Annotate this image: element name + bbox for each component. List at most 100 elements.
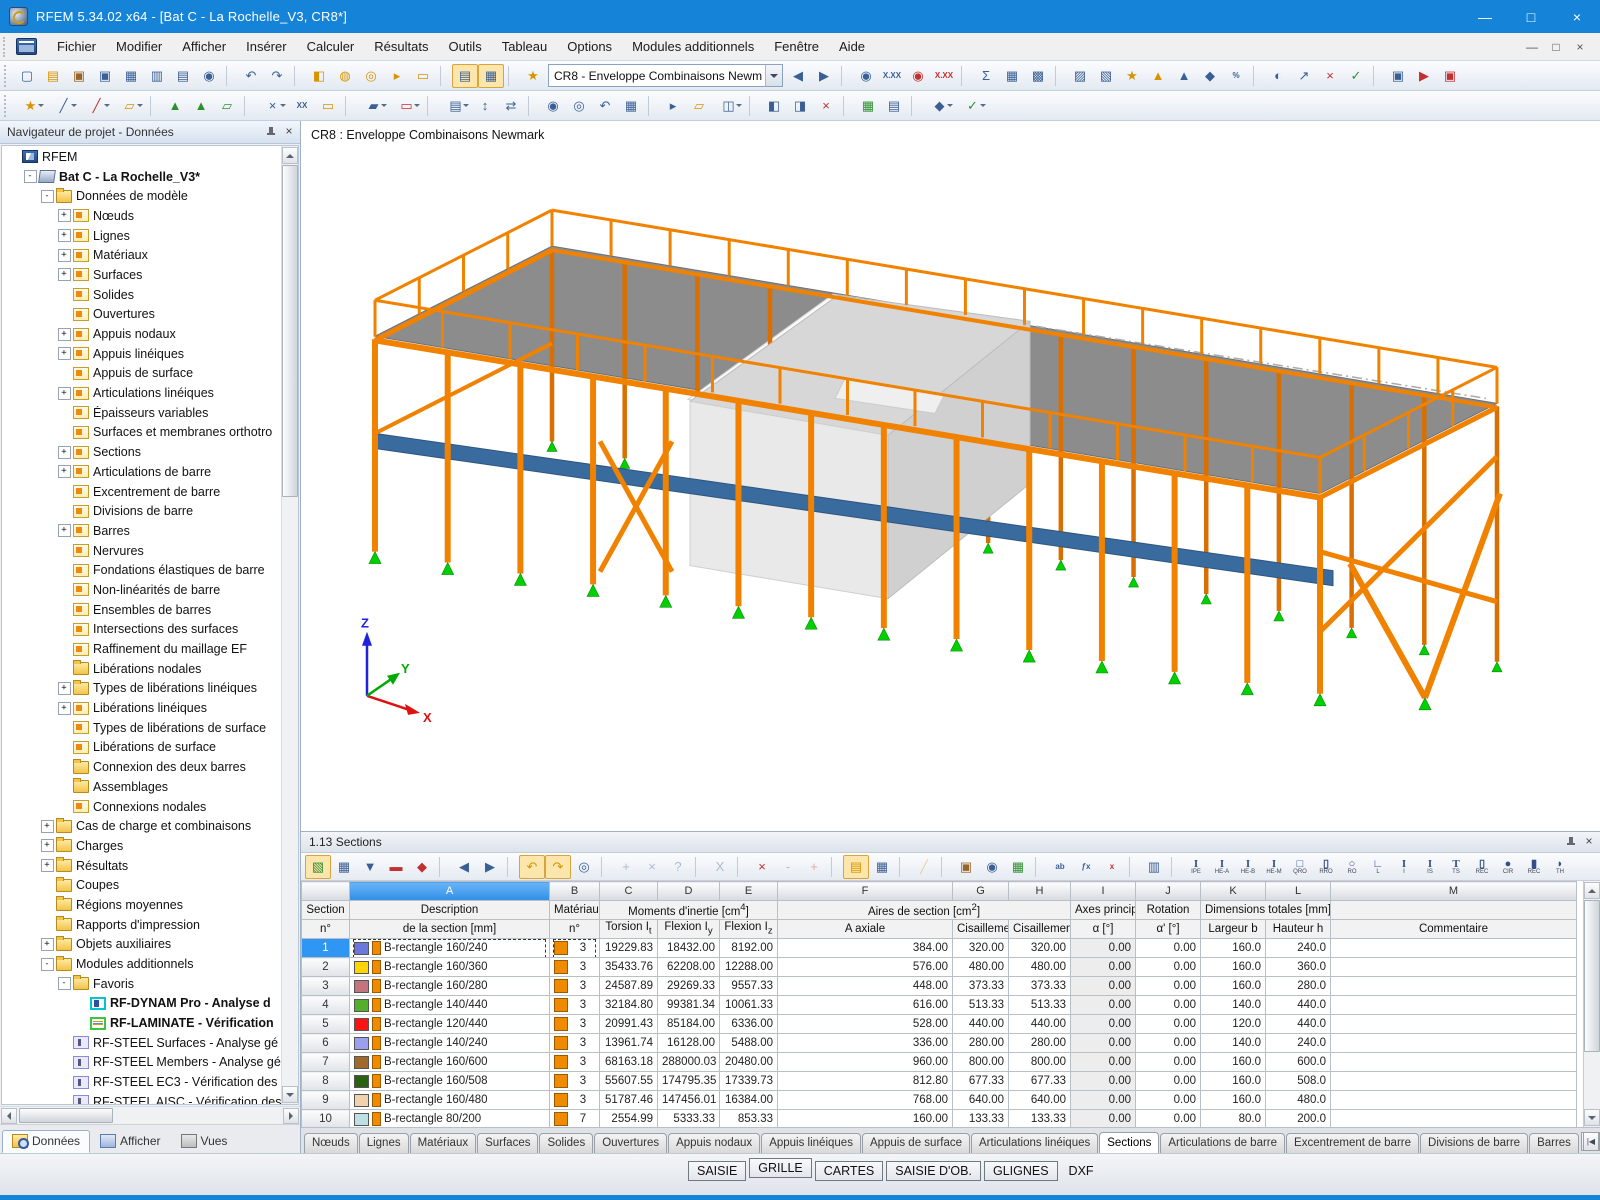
table-settings-button[interactable]: ▦ [869, 855, 895, 879]
scroll-right-icon[interactable] [283, 1108, 299, 1124]
tree-item[interactable]: RF-DYNAM Pro - Analyse d [2, 994, 281, 1014]
cisaillement-z-cell[interactable]: 677.33 [1009, 1072, 1071, 1091]
a-axiale-cell[interactable]: 768.00 [778, 1091, 953, 1110]
clear-formula-button[interactable]: x [1099, 855, 1125, 879]
percent-button[interactable]: % [1223, 64, 1249, 88]
commentaire-cell[interactable] [1331, 958, 1577, 977]
import-section-button[interactable]: ▣ [953, 855, 979, 879]
tree-item[interactable]: RF-STEEL Surfaces - Analyse gé [2, 1033, 281, 1053]
cisaillement-z-cell[interactable]: 373.33 [1009, 977, 1071, 996]
flexion-z-cell[interactable]: 9557.33 [720, 977, 778, 996]
section-is-button[interactable]: IIS [1417, 855, 1443, 879]
torsion-cell[interactable]: 55607.55 [600, 1072, 658, 1091]
tree-expand-icon[interactable]: + [58, 465, 71, 478]
pick-object-button[interactable]: ▸ [384, 64, 410, 88]
alpha-cell[interactable]: 0.00 [1071, 1091, 1136, 1110]
description-cell[interactable]: B-rectangle 160/280 [350, 977, 550, 996]
flexion-z-cell[interactable]: 6336.00 [720, 1015, 778, 1034]
column-letter[interactable]: H [1009, 882, 1071, 901]
description-cell[interactable]: B-rectangle 140/240 [350, 1034, 550, 1053]
alpha-prime-cell[interactable]: 0.00 [1136, 1110, 1201, 1128]
guide-rectangle-button[interactable]: ▭ [315, 94, 341, 118]
description-cell[interactable]: B-rectangle 140/440 [350, 996, 550, 1015]
scrollbar-thumb[interactable] [282, 165, 298, 497]
table-sheet-tab[interactable]: Nœuds [304, 1133, 358, 1153]
menu-item[interactable]: Modules additionnels [622, 34, 764, 59]
navigator-tab[interactable]: Vues [171, 1130, 238, 1153]
row-number-cell[interactable]: 5 [302, 1015, 350, 1034]
a-axiale-cell[interactable]: 160.00 [778, 1110, 953, 1128]
new-file-button[interactable]: ▢ [14, 64, 40, 88]
export-excel-button[interactable]: ▦ [1005, 855, 1031, 879]
new-nodal-support-button[interactable]: ▲ [162, 94, 188, 118]
commentaire-cell[interactable] [1331, 996, 1577, 1015]
torsion-cell[interactable]: 35433.76 [600, 958, 658, 977]
description-cell[interactable]: B-rectangle 160/360 [350, 958, 550, 977]
tree-expand-icon[interactable]: - [58, 977, 71, 990]
user-view-button[interactable]: ◨ [787, 94, 813, 118]
report-button[interactable]: ▣ [1385, 64, 1411, 88]
selection-box-button[interactable]: ▭ [390, 94, 423, 118]
tree-expand-icon[interactable]: + [58, 249, 71, 262]
tree-expand-icon[interactable]: + [58, 347, 71, 360]
delete-results-button[interactable]: × [1317, 64, 1343, 88]
section-qro-button[interactable]: □QRO [1287, 855, 1313, 879]
alpha-cell[interactable]: 0.00 [1071, 977, 1136, 996]
open-file-button[interactable]: ▤ [40, 64, 66, 88]
largeur-cell[interactable]: 120.0 [1201, 1015, 1266, 1034]
largeur-cell[interactable]: 160.0 [1201, 1091, 1266, 1110]
scroll-down-icon[interactable] [1584, 1109, 1600, 1126]
tab-scroll-button[interactable]: |◀ [1581, 1132, 1600, 1151]
tree-item[interactable]: + Appuis nodaux [2, 324, 281, 344]
tree-item[interactable]: RF-STEEL EC3 - Vérification des l [2, 1072, 281, 1092]
tree-item[interactable]: Surfaces et membranes orthotro [2, 423, 281, 443]
column-letter[interactable]: D [658, 882, 720, 901]
new-window-button[interactable]: ▭ [410, 64, 436, 88]
column-letter[interactable]: K [1201, 882, 1266, 901]
cisaillement-z-cell[interactable]: 480.00 [1009, 958, 1071, 977]
description-cell[interactable]: B-rectangle 160/480 [350, 1091, 550, 1110]
commentaire-cell[interactable] [1331, 1015, 1577, 1034]
cisaillement-y-cell[interactable]: 133.33 [953, 1110, 1009, 1128]
tree-item[interactable]: Appuis de surface [2, 364, 281, 384]
next-load-case-button[interactable]: ▶ [811, 64, 837, 88]
description-cell[interactable]: B-rectangle 160/600 [350, 1053, 550, 1072]
tree-item[interactable]: Nervures [2, 541, 281, 561]
material-cell[interactable]: 3 [550, 1091, 600, 1110]
table-layout-button[interactable]: ▦ [478, 64, 504, 88]
previous-table-button[interactable]: ◀ [451, 855, 477, 879]
a-axiale-cell[interactable]: 812.80 [778, 1072, 953, 1091]
commentaire-cell[interactable] [1331, 939, 1577, 958]
menu-item[interactable]: Afficher [172, 34, 236, 59]
commentaire-cell[interactable] [1331, 1072, 1577, 1091]
menu-item[interactable]: Fenêtre [764, 34, 829, 59]
isometric-view-button[interactable]: ◉ [540, 94, 566, 118]
hauteur-cell[interactable]: 280.0 [1266, 977, 1331, 996]
tree-item[interactable]: Divisions de barre [2, 501, 281, 521]
open-archive-button[interactable]: ▣ [66, 64, 92, 88]
render-mode-button[interactable]: ▧ [1093, 64, 1119, 88]
tree-item[interactable]: RF-STEEL AISC - Vérification des [2, 1092, 281, 1104]
largeur-cell[interactable]: 160.0 [1201, 939, 1266, 958]
navigator-tab[interactable]: Données [2, 1130, 90, 1153]
section-ipe-button[interactable]: IIPE [1183, 855, 1209, 879]
tree-item[interactable]: + Articulations de barre [2, 462, 281, 482]
menu-item[interactable]: Fichier [47, 34, 106, 59]
flexion-z-cell[interactable]: 20480.00 [720, 1053, 778, 1072]
flexion-z-cell[interactable]: 853.33 [720, 1110, 778, 1128]
a-axiale-cell[interactable]: 616.00 [778, 996, 953, 1015]
flexion-z-cell[interactable]: 5488.00 [720, 1034, 778, 1053]
pin-icon[interactable] [264, 125, 278, 139]
column-letter[interactable]: G [953, 882, 1009, 901]
selection-window-button[interactable]: ▱ [686, 94, 712, 118]
table-close-icon[interactable]: × [1582, 835, 1596, 849]
previous-load-case-button[interactable]: ◀ [785, 64, 811, 88]
maximize-button[interactable]: □ [1508, 0, 1554, 33]
clear-table-button[interactable]: X [707, 855, 733, 879]
description-cell[interactable]: B-rectangle 160/240 [350, 939, 550, 958]
new-node-button[interactable]: ★ [14, 94, 47, 118]
partial-view-2-button[interactable]: ◧ [761, 94, 787, 118]
status-toggle-button[interactable]: GLIGNES [984, 1161, 1058, 1181]
table-sheet-tab[interactable]: Surfaces [477, 1133, 538, 1153]
load-case-star-button[interactable]: ★ [520, 64, 546, 88]
